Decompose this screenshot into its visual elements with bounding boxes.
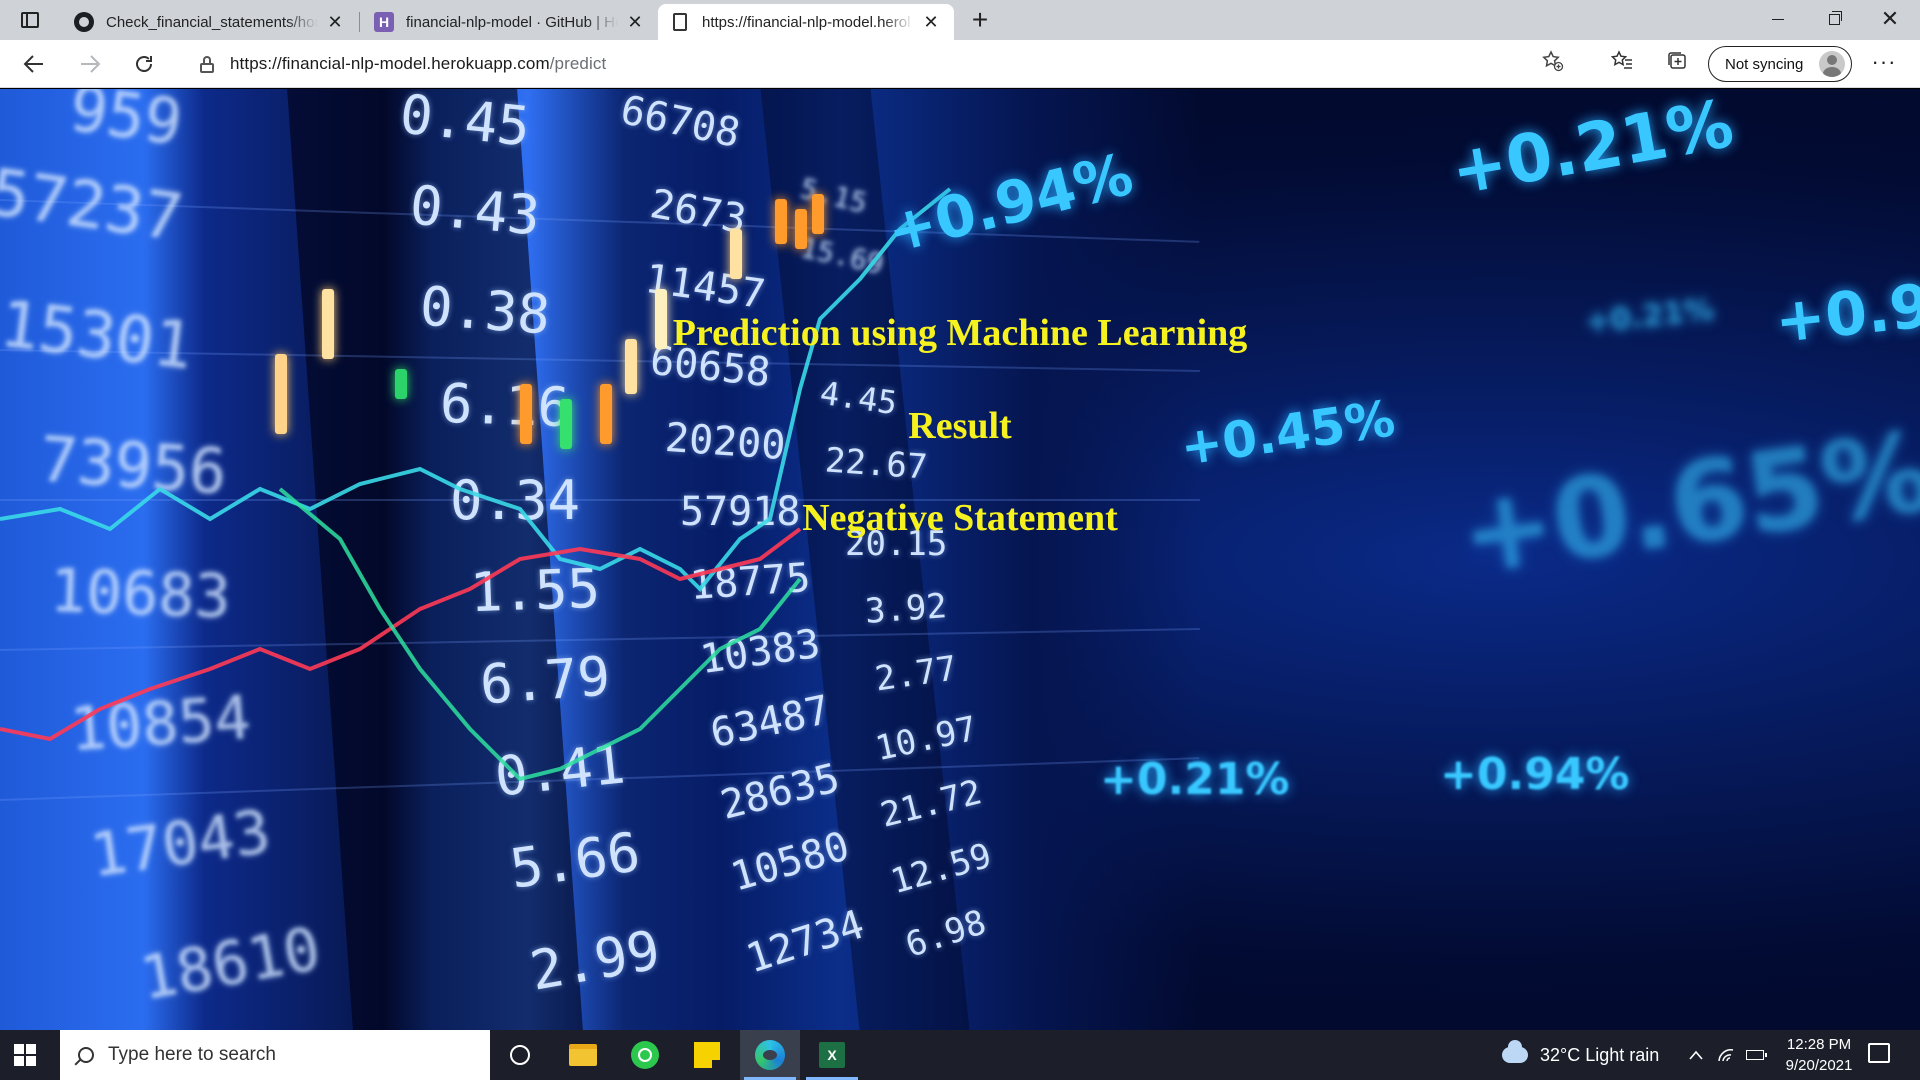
minimize-icon (1772, 18, 1784, 20)
tab-title: financial-nlp-model · GitHub | He (406, 13, 618, 31)
whatsapp-button[interactable] (615, 1030, 675, 1080)
favorites-icon (1610, 50, 1632, 69)
result-heading: Result (908, 405, 1012, 447)
chevron-up-icon (1689, 1050, 1703, 1060)
search-icon (78, 1047, 94, 1063)
url-text: https://financial-nlp-model.herokuapp.co… (230, 54, 606, 74)
address-bar[interactable]: https://financial-nlp-model.herokuapp.co… (182, 45, 1582, 83)
whatsapp-icon (631, 1041, 659, 1069)
lock-icon (200, 55, 214, 73)
url-host: https://financial-nlp-model.herokuapp.co… (230, 54, 550, 73)
cortana-icon (510, 1045, 530, 1065)
weather-text: 32°C Light rain (1540, 1044, 1660, 1065)
forward-button[interactable] (72, 46, 108, 82)
page-title: Prediction using Machine Learning (672, 312, 1248, 354)
windows-logo-icon (14, 1044, 24, 1054)
reload-icon (136, 56, 152, 72)
page-icon (670, 12, 690, 32)
close-tab-icon[interactable]: ✕ (920, 11, 942, 33)
clock-time: 12:28 PM (1786, 1036, 1852, 1053)
tab-title: https://financial-nlp-model.herol (702, 13, 911, 31)
close-tab-icon[interactable]: ✕ (624, 11, 646, 33)
tab-active-predict[interactable]: https://financial-nlp-model.herol ✕ (658, 4, 954, 40)
taskbar-search-box[interactable]: Type here to search (60, 1030, 490, 1080)
search-placeholder: Type here to search (108, 1044, 276, 1065)
file-explorer-button[interactable] (553, 1030, 613, 1080)
prediction-content: Prediction using Machine Learning Result… (0, 89, 1920, 1030)
tab-title: Check_financial_statements/hom (106, 13, 318, 31)
avatar (1819, 51, 1845, 77)
github-icon (74, 12, 94, 32)
taskbar-clock[interactable]: 12:28 PM 9/20/2021 (1774, 1034, 1864, 1076)
result-value: Negative Statement (802, 497, 1118, 539)
browser-toolbar: https://financial-nlp-model.herokuapp.co… (0, 40, 1920, 88)
profile-sync-button[interactable]: Not syncing (1708, 46, 1852, 82)
restore-button[interactable] (1806, 0, 1862, 38)
notification-center-icon[interactable] (1868, 1043, 1890, 1063)
close-window-button[interactable]: ✕ (1862, 0, 1918, 38)
settings-more-button[interactable]: ··· (1866, 48, 1902, 80)
weather-widget[interactable]: 32°C Light rain (1502, 1030, 1659, 1080)
folder-icon (569, 1044, 597, 1066)
tab-actions-icon (21, 12, 39, 28)
cloud-icon (1502, 1040, 1528, 1063)
show-hidden-icons-button[interactable] (1684, 1030, 1708, 1080)
collections-icon (1668, 52, 1686, 69)
sync-status-label: Not syncing (1725, 55, 1804, 73)
clock-date: 9/20/2021 (1785, 1057, 1853, 1074)
tab-actions-button[interactable] (10, 6, 50, 34)
tab-separator (359, 12, 360, 32)
windows-taskbar: Type here to search X 32°C Light rain 12… (0, 1030, 1920, 1080)
collections-button[interactable] (1663, 50, 1691, 78)
start-button[interactable] (14, 1044, 36, 1066)
windows-logo-icon (14, 1056, 24, 1066)
sticky-notes-button[interactable] (677, 1030, 737, 1080)
reload-button[interactable] (126, 46, 162, 82)
favorites-button[interactable] (1608, 50, 1636, 78)
windows-logo-icon (26, 1056, 36, 1066)
page-viewport: 959 57237 15301 73956 10683 10854 17043 … (0, 89, 1920, 1030)
heroku-icon: H (374, 12, 394, 32)
task-view-button[interactable] (490, 1030, 550, 1080)
excel-icon: X (819, 1042, 845, 1068)
star-plus-icon (1542, 50, 1564, 72)
sticky-notes-icon (694, 1042, 720, 1068)
tab-heroku[interactable]: H financial-nlp-model · GitHub | He ✕ (362, 4, 658, 40)
battery-icon (1746, 1050, 1767, 1060)
restore-icon (1828, 10, 1842, 25)
add-favorite-button[interactable] (1542, 50, 1564, 78)
wifi-icon (1718, 1049, 1734, 1062)
windows-logo-icon (26, 1044, 36, 1054)
edge-button[interactable] (740, 1030, 800, 1080)
minimize-button[interactable] (1750, 0, 1806, 38)
excel-button[interactable]: X (802, 1030, 862, 1080)
new-tab-button[interactable]: + (964, 4, 996, 36)
edge-icon (755, 1040, 785, 1070)
arrow-left-icon (23, 55, 43, 73)
network-button[interactable] (1714, 1030, 1738, 1080)
tab-strip: Check_financial_statements/hom ✕ H finan… (0, 0, 1920, 40)
arrow-right-icon (81, 55, 101, 73)
close-tab-icon[interactable]: ✕ (324, 11, 346, 33)
back-button[interactable] (16, 46, 52, 82)
battery-button[interactable] (1742, 1030, 1768, 1080)
tab-github[interactable]: Check_financial_statements/hom ✕ (62, 4, 360, 40)
url-path: /predict (549, 54, 607, 73)
